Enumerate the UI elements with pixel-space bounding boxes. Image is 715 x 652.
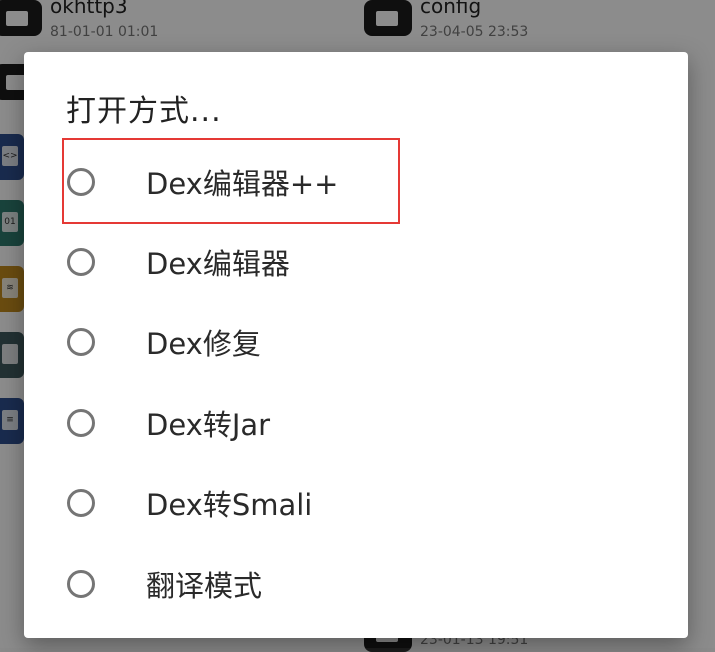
radio-button[interactable]: [67, 328, 95, 356]
option-label: Dex转Smali: [146, 488, 313, 522]
option-dex-editor-plus[interactable]: Dex编辑器++: [24, 142, 688, 222]
option-dex-to-jar[interactable]: Dex转Jar: [24, 383, 688, 463]
radio-button[interactable]: [67, 489, 95, 517]
radio-button[interactable]: [67, 168, 95, 196]
open-with-dialog: 打开方式... Dex编辑器++ Dex编辑器 Dex修复 Dex转Jar De…: [24, 52, 688, 638]
option-label: Dex修复: [146, 327, 261, 361]
option-label: Dex编辑器: [146, 247, 290, 281]
radio-button[interactable]: [67, 570, 95, 598]
option-dex-editor[interactable]: Dex编辑器: [24, 222, 688, 302]
option-dex-repair[interactable]: Dex修复: [24, 302, 688, 382]
option-label: Dex转Jar: [146, 408, 271, 442]
radio-button[interactable]: [67, 409, 95, 437]
option-label: Dex编辑器++: [146, 167, 339, 201]
radio-button[interactable]: [67, 248, 95, 276]
option-dex-to-smali[interactable]: Dex转Smali: [24, 463, 688, 543]
dialog-title: 打开方式...: [66, 94, 222, 129]
option-label: 翻译模式: [146, 569, 263, 603]
option-translate-mode[interactable]: 翻译模式: [24, 544, 688, 624]
